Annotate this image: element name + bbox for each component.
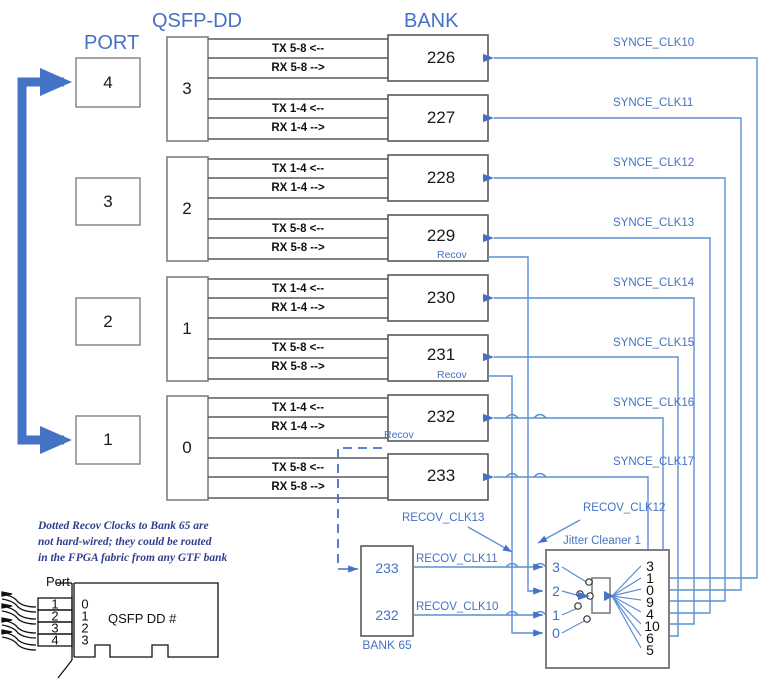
synce-clk12-label: SYNCE_CLK12 — [613, 157, 695, 169]
lane-rx-227: RX 1-4 --> — [271, 122, 325, 134]
lane-rx-229: RX 5-8 --> — [271, 242, 325, 254]
lane-rx-233: RX 5-8 --> — [271, 481, 325, 493]
synce-clk17-label: SYNCE_CLK17 — [613, 456, 695, 468]
connector-port-num-4: 4 — [51, 632, 59, 648]
note-line-2: not hard-wired; they could be routed — [38, 536, 212, 548]
connector-port-label: Port — [46, 574, 70, 589]
jitter-cleaner-input-1[interactable]: 1 — [552, 607, 560, 623]
recov-clk12-label: RECOV_CLK12 — [583, 502, 666, 514]
lane-rx-231: RX 5-8 --> — [271, 361, 325, 373]
lane-tx-226: TX 5-8 <-- — [271, 43, 325, 55]
bank-column-header: BANK — [404, 10, 459, 32]
bank-box-230[interactable]: 230 — [427, 288, 455, 308]
bank-box-232[interactable]: 232 — [427, 407, 455, 427]
lane-rx-232: RX 1-4 --> — [271, 421, 325, 433]
synce-clk10-label: SYNCE_CLK10 — [613, 37, 695, 49]
port-box-3[interactable]: 3 — [103, 192, 112, 212]
qsfp-module-3[interactable]: 3 — [182, 79, 191, 99]
bank65-row-233[interactable]: 233 — [375, 560, 398, 576]
lane-tx-232: TX 1-4 <-- — [271, 402, 325, 414]
lane-tx-231: TX 5-8 <-- — [271, 342, 325, 354]
connector-body-label: QSFP DD # — [108, 611, 177, 626]
diagram-canvas: PORT QSFP-DD BANK 4 3 2 1 3 2 1 0 226 22… — [0, 0, 769, 683]
qsfp-dd-column-header: QSFP-DD — [152, 10, 242, 32]
lane-rx-230: RX 1-4 --> — [271, 302, 325, 314]
lane-rx-228: RX 1-4 --> — [271, 182, 325, 194]
recov-tap-routes — [488, 256, 543, 637]
bank65-title: BANK 65 — [362, 638, 412, 652]
bank-box-228[interactable]: 228 — [427, 168, 455, 188]
lane-tx-233: TX 5-8 <-- — [271, 462, 325, 474]
lane-tx-229: TX 5-8 <-- — [271, 223, 325, 235]
lane-tx-230: TX 1-4 <-- — [271, 283, 325, 295]
bank-box-229[interactable]: 229 — [427, 226, 455, 246]
synce-clk14-label: SYNCE_CLK14 — [613, 277, 695, 289]
synce-clk15-label: SYNCE_CLK15 — [613, 337, 695, 349]
synce-clk16-label: SYNCE_CLK16 — [613, 397, 695, 409]
port-box-1[interactable]: 1 — [103, 430, 112, 450]
port-box-2[interactable]: 2 — [103, 312, 112, 332]
lane-tx-227: TX 1-4 <-- — [271, 103, 325, 115]
lane-rx-226: RX 5-8 --> — [271, 62, 325, 74]
port-box-4[interactable]: 4 — [103, 73, 112, 93]
recov-label-231: Recov — [437, 369, 467, 381]
bank-box-233[interactable]: 233 — [427, 466, 455, 486]
bank-box-227[interactable]: 227 — [427, 108, 455, 128]
note-line-1: Dotted Recov Clocks to Bank 65 are — [38, 520, 209, 532]
bank65-row-232[interactable]: 232 — [375, 607, 398, 623]
jitter-cleaner-input-2[interactable]: 2 — [552, 583, 560, 599]
connector-drawing — [1, 582, 219, 679]
port-loop-arrow — [17, 68, 72, 454]
synce-clk11-label: SYNCE_CLK11 — [613, 97, 694, 109]
recov-clk13-label: RECOV_CLK13 — [402, 512, 485, 524]
jitter-cleaner-input-3[interactable]: 3 — [552, 559, 560, 575]
port-boxes — [75, 57, 141, 465]
recov-label-232: Recov — [384, 429, 414, 441]
recov-clk11-label: RECOV_CLK11 — [416, 553, 498, 565]
port-column-header: PORT — [84, 32, 140, 54]
jitter-cleaner-input-0[interactable]: 0 — [552, 625, 560, 641]
connector-module-num-3: 3 — [81, 632, 89, 648]
bank-box-226[interactable]: 226 — [427, 48, 455, 68]
qsfp-module-2[interactable]: 2 — [182, 199, 191, 219]
jitter-cleaner-output-7[interactable]: 5 — [646, 642, 654, 658]
jitter-cleaner-title: Jitter Cleaner 1 — [563, 535, 641, 547]
synce-clk13-label: SYNCE_CLK13 — [613, 217, 695, 229]
qsfp-module-boxes — [166, 36, 209, 501]
lane-tx-228: TX 1-4 <-- — [271, 163, 325, 175]
qsfp-module-0[interactable]: 0 — [182, 438, 191, 458]
note-line-3: in the FPGA fabric from any GTF bank — [38, 552, 228, 564]
recov-label-229: Recov — [437, 249, 467, 261]
recov-clk10-label: RECOV_CLK10 — [416, 601, 499, 613]
qsfp-module-1[interactable]: 1 — [182, 319, 191, 339]
bank-box-231[interactable]: 231 — [427, 345, 455, 365]
